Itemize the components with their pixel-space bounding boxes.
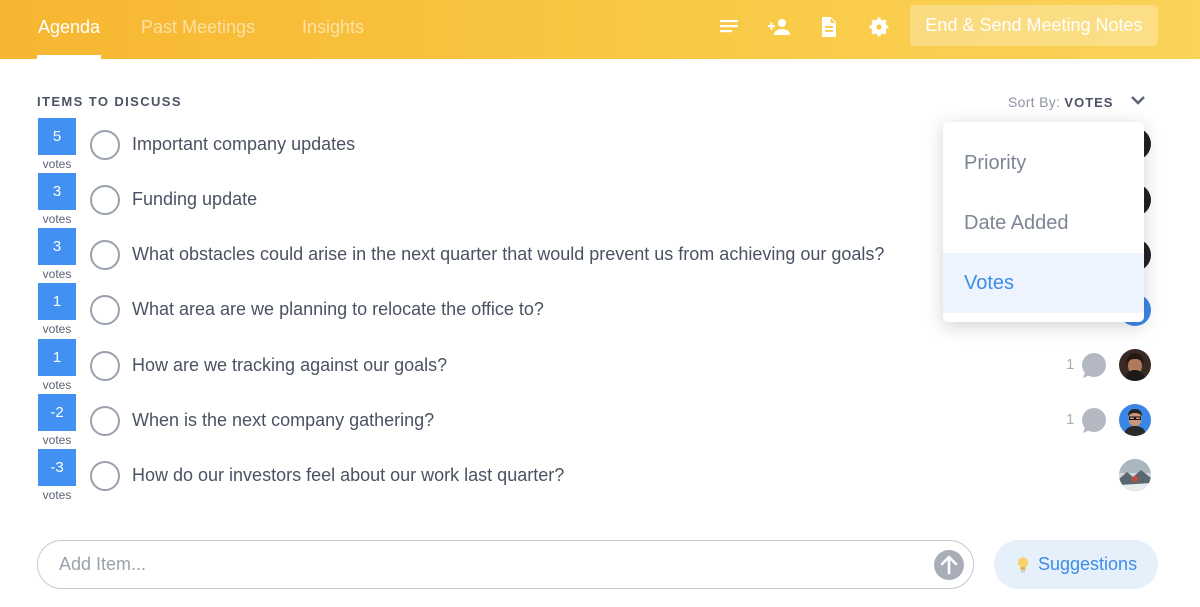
item-text[interactable]: What area are we planning to relocate th…	[132, 299, 544, 320]
submit-arrow-icon[interactable]	[934, 550, 964, 580]
tab-agenda[interactable]: Agenda	[37, 0, 101, 59]
vote-label: votes	[42, 267, 72, 281]
comment-icon[interactable]	[1080, 352, 1108, 380]
chevron-down-icon[interactable]	[1129, 91, 1147, 109]
top-header: Agenda Past Meetings Insights End & Send…	[0, 0, 1200, 59]
item-text[interactable]: When is the next company gathering?	[132, 410, 434, 431]
tab-insights[interactable]: Insights	[302, 0, 364, 59]
item-text[interactable]: Important company updates	[132, 134, 355, 155]
tab-past-meetings[interactable]: Past Meetings	[141, 0, 255, 59]
sort-option-date-added[interactable]: Date Added	[943, 193, 1144, 253]
sort-option-priority[interactable]: Priority	[943, 133, 1144, 193]
item-text[interactable]: What obstacles could arise in the next q…	[132, 244, 884, 265]
sort-by-value: VOTES	[1064, 95, 1114, 110]
agenda-item: -3 votes How do our investors feel about…	[0, 449, 1200, 504]
gear-icon[interactable]	[865, 13, 893, 41]
vote-label: votes	[42, 378, 72, 392]
vote-count[interactable]: 1	[38, 283, 76, 320]
vote-label: votes	[42, 157, 72, 171]
complete-checkbox[interactable]	[90, 295, 120, 325]
vote-label: votes	[42, 322, 72, 336]
sort-dropdown-menu: Priority Date Added Votes	[943, 122, 1144, 322]
vote-label: votes	[42, 212, 72, 226]
suggestions-button[interactable]: Suggestions	[994, 540, 1158, 589]
avatar[interactable]	[1119, 349, 1151, 381]
vote-count[interactable]: -3	[38, 449, 76, 486]
suggestions-label: Suggestions	[1038, 554, 1138, 574]
complete-checkbox[interactable]	[90, 185, 120, 215]
document-icon[interactable]	[815, 13, 843, 41]
list-icon[interactable]	[715, 13, 743, 41]
vote-count[interactable]: 3	[38, 228, 76, 265]
vote-count[interactable]: 5	[38, 118, 76, 155]
comment-icon[interactable]	[1080, 407, 1108, 435]
avatar[interactable]	[1119, 459, 1151, 491]
vote-count[interactable]: 1	[38, 339, 76, 376]
complete-checkbox[interactable]	[90, 240, 120, 270]
comment-count: 1	[1066, 411, 1075, 428]
sort-option-votes[interactable]: Votes	[943, 253, 1144, 313]
vote-count[interactable]: -2	[38, 394, 76, 431]
item-text[interactable]: How do our investors feel about our work…	[132, 465, 564, 486]
add-item-input[interactable]	[37, 540, 974, 589]
vote-label: votes	[42, 488, 72, 502]
section-title: ITEMS TO DISCUSS	[37, 94, 182, 109]
complete-checkbox[interactable]	[90, 130, 120, 160]
add-user-icon[interactable]	[765, 13, 793, 41]
complete-checkbox[interactable]	[90, 351, 120, 381]
agenda-item: 1 votes How are we tracking against our …	[0, 339, 1200, 394]
agenda-item: -2 votes When is the next company gather…	[0, 394, 1200, 449]
end-send-notes-button[interactable]: End & Send Meeting Notes	[910, 5, 1158, 46]
sort-by-control[interactable]: Sort By: VOTES	[1008, 94, 1113, 110]
vote-count[interactable]: 3	[38, 173, 76, 210]
complete-checkbox[interactable]	[90, 406, 120, 436]
complete-checkbox[interactable]	[90, 461, 120, 491]
sort-by-label: Sort By:	[1008, 94, 1061, 110]
avatar[interactable]	[1119, 404, 1151, 436]
item-text[interactable]: Funding update	[132, 189, 257, 210]
item-text[interactable]: How are we tracking against our goals?	[132, 355, 447, 376]
vote-label: votes	[42, 433, 72, 447]
comment-count: 1	[1066, 356, 1075, 373]
lightbulb-icon	[1017, 557, 1029, 573]
